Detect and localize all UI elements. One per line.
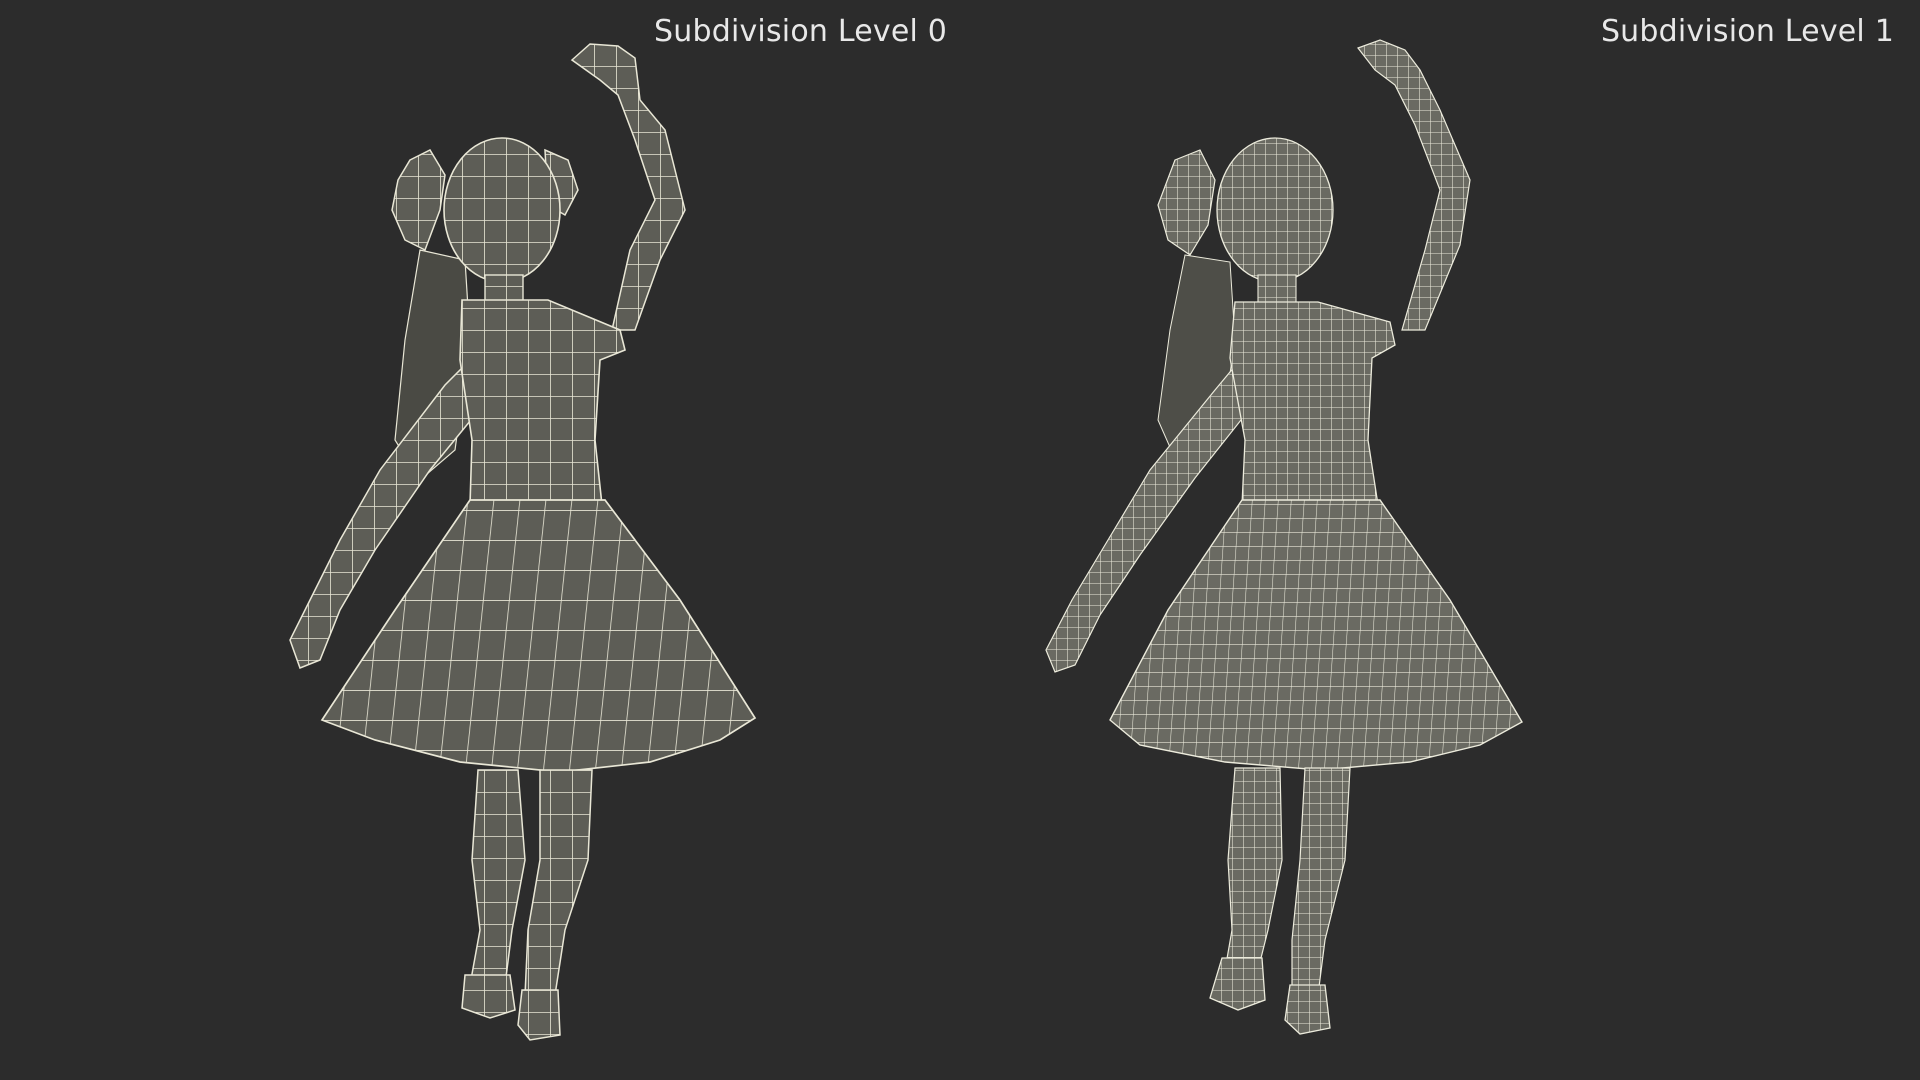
raised-arm (1357, 39, 1471, 331)
shoe-left (461, 974, 516, 1019)
bodice (1229, 301, 1396, 506)
skirt (320, 499, 757, 773)
leg-right (524, 769, 593, 996)
raised-arm (570, 43, 686, 331)
bodice (459, 299, 626, 506)
shoe-right (1284, 984, 1331, 1035)
hair-bow-left (1157, 149, 1216, 256)
shoe-left (1209, 957, 1266, 1011)
hair-bow-left (391, 149, 446, 252)
shoe-right (517, 989, 561, 1041)
figure-level-0 (289, 43, 757, 1041)
leg-left (469, 769, 526, 986)
render-viewport: Subdivision Level 0 Subdivision Level 1 (0, 0, 1920, 1080)
head (1216, 137, 1334, 283)
wireframe-figures (289, 39, 1523, 1041)
leg-left (1224, 767, 1283, 971)
figure-level-1 (1045, 39, 1523, 1035)
head (443, 137, 561, 283)
leg-right (1291, 767, 1351, 996)
skirt (1109, 499, 1523, 771)
